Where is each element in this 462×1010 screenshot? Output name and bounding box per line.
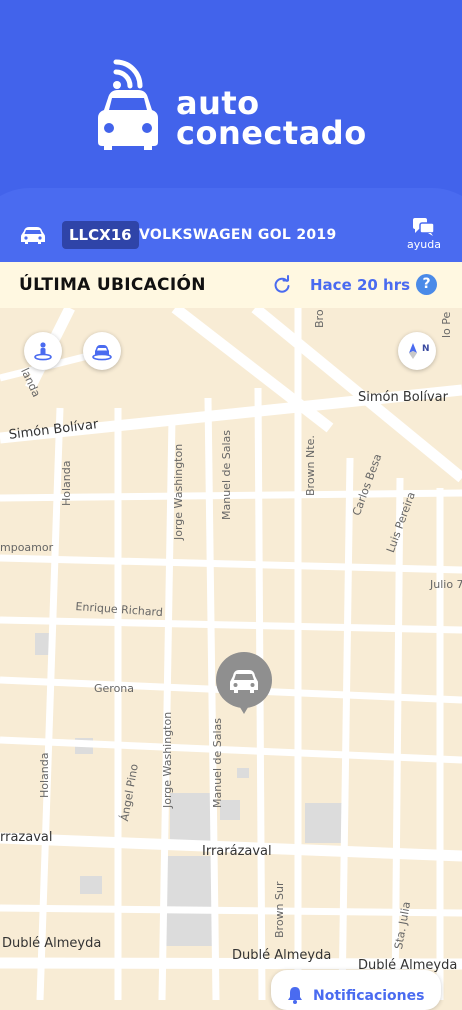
license-plate-badge: LLCX16: [62, 221, 139, 249]
car-location-marker[interactable]: [216, 652, 272, 718]
last-update-time: Hace 20 hrs: [310, 276, 411, 294]
street-label: Brown Nte.: [304, 435, 317, 496]
notifications-label: Notificaciones: [313, 988, 425, 1004]
street-label: Gerona: [94, 682, 135, 695]
street-label: lo Pe: [440, 311, 453, 338]
chat-bubbles-icon: [413, 218, 435, 236]
vehicle-selector[interactable]: LLCX16 VOLKSWAGEN GOL 2019 ayuda: [0, 212, 462, 260]
vehicle-model: VOLKSWAGEN GOL 2019: [139, 227, 337, 243]
street-label: Jorge Washington: [172, 443, 185, 540]
street-view-button[interactable]: [24, 332, 62, 370]
car-icon: [21, 227, 45, 244]
location-status-bar: ÚLTIMA UBICACIÓN Hace 20 hrs ?: [0, 262, 462, 308]
autoconectado-logo: auto conectado: [94, 58, 384, 158]
notifications-button[interactable]: Notificaciones: [271, 970, 441, 1010]
app-header: auto conectado LLCX16 VOLKSWAGEN GOL 201…: [0, 0, 462, 262]
street-label: Dublé Almeyda: [232, 948, 332, 963]
street-label: mpoamor: [0, 541, 54, 554]
street-label: Simón Bolívar: [358, 390, 448, 405]
center-on-car-button[interactable]: [83, 332, 121, 370]
street-label: Holanda: [38, 752, 51, 799]
street-label: Bro: [313, 309, 326, 328]
help-button[interactable]: ayuda: [404, 218, 444, 251]
compass-north-label: N: [422, 344, 430, 354]
person-pin-icon: [34, 342, 52, 361]
street-label: rrazaval: [0, 830, 53, 845]
refresh-icon[interactable]: [272, 275, 292, 295]
street-label: Manuel de Salas: [220, 430, 233, 520]
street-label: Brown Sur: [273, 881, 286, 939]
car-marker-icon: [216, 652, 272, 714]
compass-button[interactable]: N: [398, 332, 436, 370]
street-label: Julio 7: [430, 578, 462, 591]
major-roads: [0, 308, 462, 970]
street-label: Holanda: [60, 460, 73, 507]
help-label: ayuda: [407, 238, 441, 251]
street-label: Irrarázaval: [202, 844, 272, 859]
page-title: ÚLTIMA UBICACIÓN: [19, 275, 206, 295]
car-pin-icon: [92, 345, 112, 361]
help-question-icon[interactable]: ?: [416, 274, 437, 295]
street-label: Dublé Almeyda: [2, 936, 102, 951]
logo-text-line2: conectado: [176, 114, 367, 152]
street-label: Jorge Washington: [161, 711, 174, 808]
logo-car-icon: [98, 59, 158, 150]
street-label: Manuel de Salas: [211, 718, 224, 808]
bell-icon: [288, 987, 302, 1004]
logo-text: auto conectado: [176, 87, 367, 152]
map-view[interactable]: Simón Bolívar Simón Bolívar landa Holand…: [0, 308, 462, 1000]
